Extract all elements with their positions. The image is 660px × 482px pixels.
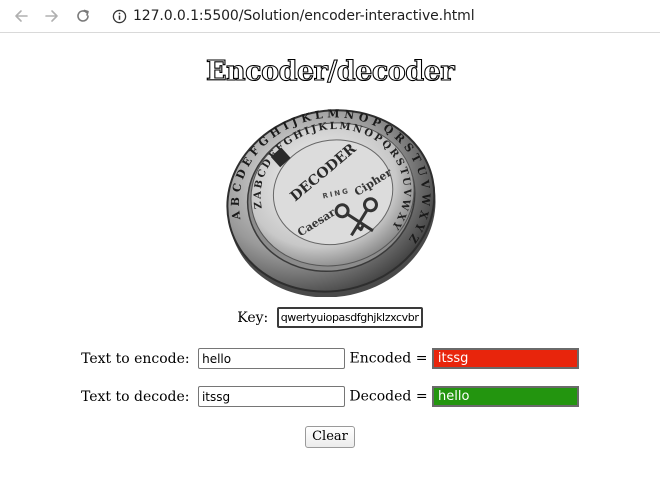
- decode-row: Text to decode: Decoded = hello: [0, 386, 660, 407]
- page-title: Encoder/decoder: [205, 55, 455, 87]
- decode-label: Text to decode:: [80, 388, 190, 405]
- forward-arrow-icon: [45, 10, 58, 22]
- url-text: 127.0.0.1:5500/Solution/encoder-interact…: [133, 8, 475, 24]
- back-button[interactable]: [8, 3, 34, 29]
- encoded-label: Encoded =: [349, 350, 428, 367]
- encode-label: Text to encode:: [81, 350, 190, 367]
- info-icon[interactable]: [111, 8, 127, 24]
- reload-button[interactable]: [70, 3, 96, 29]
- key-label: Key:: [237, 309, 269, 326]
- clear-button[interactable]: Clear: [305, 425, 355, 448]
- reload-icon: [77, 9, 89, 22]
- page-content: Encoder/decoder ABCDEFGHIJKLMNOPQRSTUVWX…: [0, 55, 660, 448]
- decoder-ring-coin: ABCDEFGHIJKLMNOPQRSTUVWXYZ ZABCDEFGHIJKL…: [211, 88, 444, 298]
- decoder-ring-image: ABCDEFGHIJKLMNOPQRSTUVWXYZ ZABCDEFGHIJKL…: [211, 88, 445, 298]
- address-bar[interactable]: 127.0.0.1:5500/Solution/encoder-interact…: [111, 8, 475, 24]
- key-row: Key:: [0, 307, 660, 328]
- key-input[interactable]: [276, 307, 423, 328]
- browser-toolbar: 127.0.0.1:5500/Solution/encoder-interact…: [0, 0, 660, 33]
- encode-input[interactable]: [198, 348, 346, 369]
- decoded-label: Decoded =: [349, 388, 428, 405]
- back-arrow-icon: [15, 10, 28, 22]
- decoded-output: hello: [432, 386, 580, 407]
- encoded-output: itssg: [431, 348, 579, 369]
- decode-input[interactable]: [197, 386, 345, 407]
- forward-button[interactable]: [39, 3, 65, 29]
- encode-row: Text to encode: Encoded = itssg: [0, 348, 660, 369]
- button-row: Clear: [0, 425, 660, 448]
